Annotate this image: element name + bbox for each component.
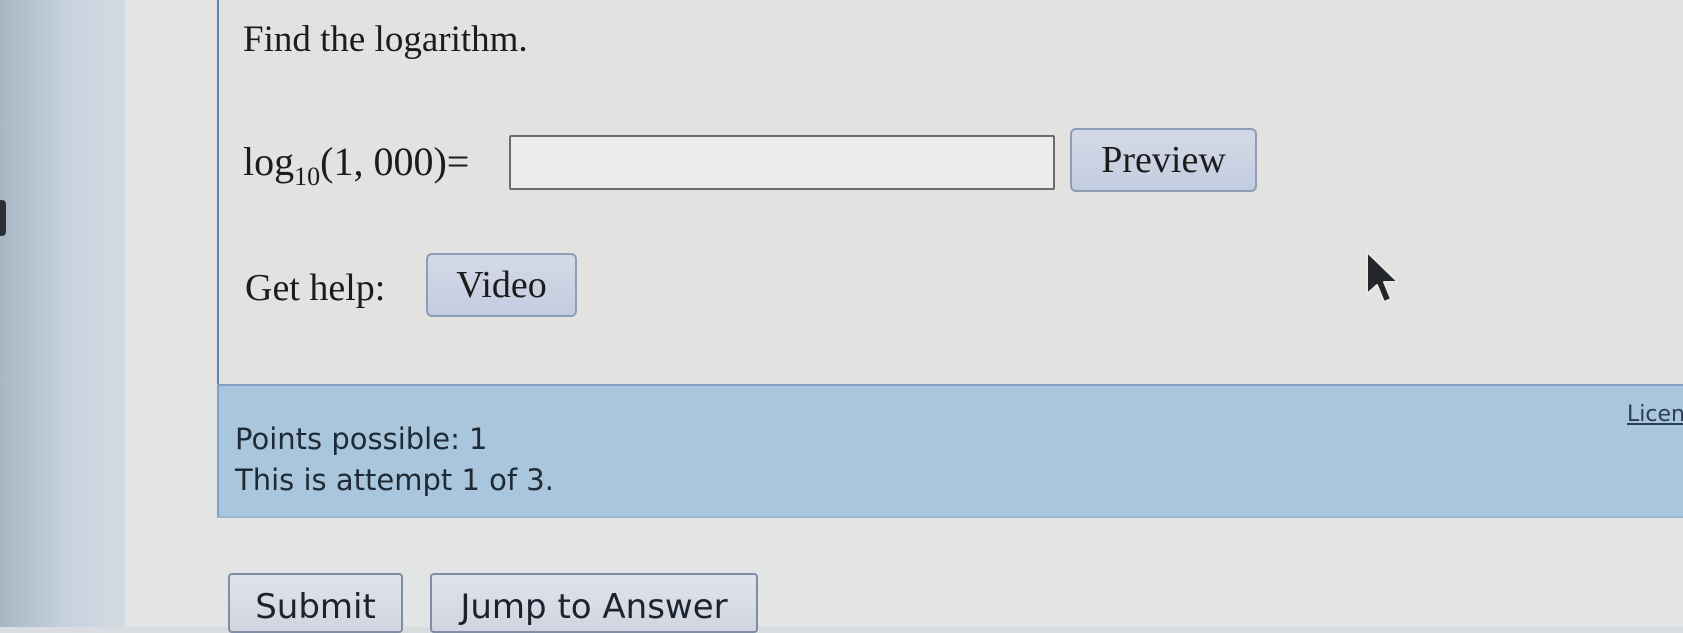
points-possible: Points possible: 1 xyxy=(235,422,488,456)
page-content: Find the logarithm. log10(1, 000)= Previ… xyxy=(125,0,1683,633)
get-help-label: Get help: xyxy=(245,267,386,309)
left-edge-marker xyxy=(0,200,6,236)
math-argument: (1, 000) xyxy=(320,139,447,184)
attempt-count: This is attempt 1 of 3. xyxy=(235,463,554,497)
answer-input[interactable] xyxy=(509,135,1055,190)
question-title: Find the logarithm. xyxy=(243,19,528,60)
license-link[interactable]: Licen xyxy=(1627,402,1683,427)
question-panel: Find the logarithm. log10(1, 000)= Previ… xyxy=(217,0,1683,392)
mouse-pointer-arrow-icon xyxy=(1366,251,1399,303)
math-expression: log10(1, 000)= xyxy=(243,138,470,190)
attempt-info-bar: Points possible: 1 This is attempt 1 of … xyxy=(217,384,1683,518)
math-function: log xyxy=(243,139,295,184)
math-base: 10 xyxy=(294,162,321,191)
math-equals: = xyxy=(446,139,470,184)
jump-to-answer-button[interactable]: Jump to Answer xyxy=(430,573,758,633)
preview-button[interactable]: Preview xyxy=(1070,128,1257,192)
submit-button[interactable]: Submit xyxy=(228,573,403,633)
left-margin-strip xyxy=(0,0,125,627)
video-help-button[interactable]: Video xyxy=(426,253,577,317)
